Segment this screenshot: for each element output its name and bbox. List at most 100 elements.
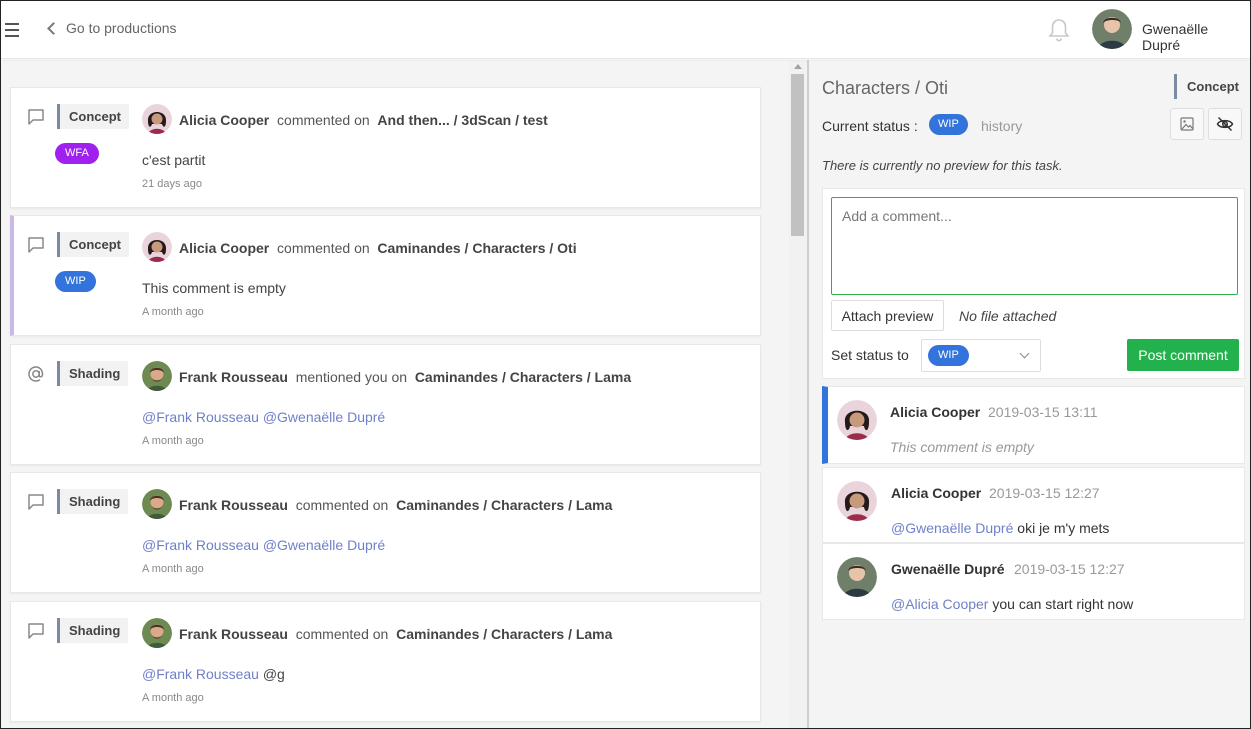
task-panel: Characters / Oti Concept Current status … <box>809 60 1250 728</box>
task-type-tag: Shading <box>57 618 129 643</box>
comment-item: Gwenaëlle Dupré 2019-03-15 12:27 @Alicia… <box>822 543 1245 620</box>
mention-link[interactable]: @Gwenaëlle Dupré <box>891 520 1013 536</box>
comment-icon <box>28 237 44 253</box>
task-type-tag: Concept <box>57 232 129 257</box>
user-name[interactable]: Gwenaëlle Dupré <box>1142 21 1250 53</box>
author-avatar <box>142 618 172 648</box>
bell-icon[interactable] <box>1047 17 1071 43</box>
status-select[interactable]: WIP <box>921 339 1041 372</box>
no-preview-message: There is currently no preview for this t… <box>822 158 1063 173</box>
author-name[interactable]: Frank Rousseau <box>179 369 288 385</box>
post-comment-button[interactable]: Post comment <box>1127 339 1239 371</box>
at-icon <box>28 366 44 382</box>
scroll-up-arrow-icon[interactable] <box>794 64 802 69</box>
notification-card[interactable]: Shading Frank Rousseau mentioned you on … <box>10 344 761 465</box>
comment-icon <box>28 109 44 125</box>
timestamp: A month ago <box>142 692 204 704</box>
history-link[interactable]: history <box>981 118 1022 134</box>
timestamp: A month ago <box>142 435 204 447</box>
comment-date: 2019-03-15 12:27 <box>1014 561 1125 577</box>
comment-text: This comment is empty <box>890 439 1034 455</box>
comment-author[interactable]: Alicia Cooper <box>891 485 981 501</box>
image-icon <box>1180 117 1194 131</box>
hamburger-icon[interactable] <box>5 23 19 37</box>
back-to-productions-link[interactable]: Go to productions <box>47 20 177 36</box>
comment-item: Alicia Cooper 2019-03-15 12:27 @Gwenaëll… <box>822 467 1245 543</box>
notification-headline: Frank Rousseau commented on Caminandes /… <box>179 626 612 642</box>
feed-scrollbar[interactable] <box>789 60 807 728</box>
timestamp: 21 days ago <box>142 178 202 190</box>
comment-body: c'est partit <box>142 152 206 168</box>
mention-link[interactable]: @Frank Rousseau <box>142 666 259 682</box>
author-avatar <box>142 489 172 519</box>
comment-author[interactable]: Alicia Cooper <box>890 404 980 420</box>
mention-link[interactable]: @Frank Rousseau <box>142 409 259 425</box>
action-text: commented on <box>277 112 370 128</box>
comment-text-rest: you can start right now <box>992 596 1134 612</box>
author-name[interactable]: Alicia Cooper <box>179 112 269 128</box>
chevron-left-icon <box>47 22 60 35</box>
comment-body: This comment is empty <box>142 280 286 296</box>
comment-body: @Frank Rousseau @g <box>142 666 285 682</box>
comment-text: @g <box>262 666 285 682</box>
notification-headline: Alicia Cooper commented on And then... /… <box>179 112 548 128</box>
comment-date: 2019-03-15 12:27 <box>989 485 1100 501</box>
user-avatar[interactable] <box>1092 9 1132 49</box>
task-type-tag: Concept <box>57 104 129 129</box>
current-status-label: Current status : <box>822 118 918 134</box>
comment-body: @Frank Rousseau @Gwenaëlle Dupré <box>142 409 385 425</box>
attach-preview-button[interactable]: Attach preview <box>831 300 944 331</box>
comment-icon <box>28 623 44 639</box>
mention-link[interactable]: @Gwenaëlle Dupré <box>263 537 385 553</box>
status-select-value: WIP <box>928 345 969 366</box>
task-type-badge: Concept <box>1174 74 1239 99</box>
comment-textarea[interactable] <box>831 197 1238 295</box>
comment-author[interactable]: Gwenaëlle Dupré <box>891 561 1005 577</box>
comment-date: 2019-03-15 13:11 <box>988 404 1098 420</box>
comment-author-avatar <box>837 481 877 521</box>
action-text: commented on <box>277 240 370 256</box>
mention-link[interactable]: @Frank Rousseau <box>142 537 259 553</box>
comment-icon <box>28 494 44 510</box>
notification-headline: Frank Rousseau mentioned you on Caminand… <box>179 369 631 385</box>
notification-feed: Concept WFA Alicia Cooper commented on A… <box>1 60 789 728</box>
comment-text: @Alicia Cooper you can start right now <box>891 596 1133 612</box>
target-link[interactable]: And then... / 3dScan / test <box>377 112 547 128</box>
add-comment-form: Attach preview No file attached Set stat… <box>822 188 1245 379</box>
mention-link[interactable]: @Alicia Cooper <box>891 596 988 612</box>
action-text: mentioned you on <box>295 369 408 385</box>
notification-card[interactable]: Shading Frank Rousseau commented on Cami… <box>10 472 761 593</box>
notification-headline: Frank Rousseau commented on Caminandes /… <box>179 497 612 513</box>
notification-headline: Alicia Cooper commented on Caminandes / … <box>179 240 577 256</box>
author-name[interactable]: Frank Rousseau <box>179 626 288 642</box>
action-text: commented on <box>295 626 389 642</box>
notification-card-selected[interactable]: Concept WIP Alicia Cooper commented on C… <box>10 215 761 336</box>
back-link-label: Go to productions <box>66 20 177 36</box>
task-type-tag: Shading <box>57 489 129 514</box>
comment-author-avatar <box>837 557 877 597</box>
author-name[interactable]: Alicia Cooper <box>179 240 269 256</box>
target-link[interactable]: Caminandes / Characters / Lama <box>396 626 612 642</box>
target-link[interactable]: Caminandes / Characters / Oti <box>377 240 576 256</box>
mention-link[interactable]: @Gwenaëlle Dupré <box>263 409 385 425</box>
task-title: Characters / Oti <box>822 78 949 98</box>
eye-slash-icon <box>1216 116 1234 132</box>
action-text: commented on <box>295 497 389 513</box>
notification-card[interactable]: Concept WFA Alicia Cooper commented on A… <box>10 87 761 208</box>
author-avatar <box>142 361 172 391</box>
notification-card[interactable]: Shading Frank Rousseau commented on Cami… <box>10 601 761 722</box>
preview-image-button[interactable] <box>1170 108 1204 140</box>
target-link[interactable]: Caminandes / Characters / Lama <box>396 497 612 513</box>
timestamp: A month ago <box>142 563 204 575</box>
comment-body: @Frank Rousseau @Gwenaëlle Dupré <box>142 537 385 553</box>
task-type-tag: Shading <box>57 361 129 386</box>
status-badge: WFA <box>55 143 99 164</box>
comment-author-avatar <box>837 400 877 440</box>
toggle-visibility-button[interactable] <box>1208 108 1242 140</box>
scrollbar-thumb[interactable] <box>791 74 804 236</box>
target-link[interactable]: Caminandes / Characters / Lama <box>415 369 631 385</box>
author-avatar <box>142 232 172 262</box>
author-name[interactable]: Frank Rousseau <box>179 497 288 513</box>
app-frame: Go to productions Gwenaëlle Dupré Concep… <box>0 0 1251 729</box>
comment-item: Alicia Cooper 2019-03-15 13:11 This comm… <box>822 386 1245 464</box>
